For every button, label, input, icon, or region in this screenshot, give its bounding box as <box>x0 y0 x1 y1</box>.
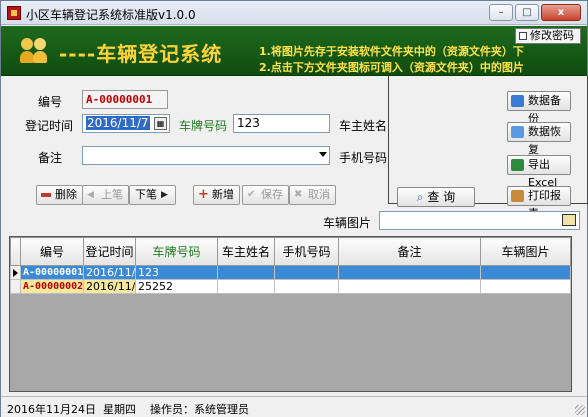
current-row-icon <box>13 269 18 277</box>
delete-label: 删除 <box>55 188 77 201</box>
excel-icon <box>511 159 524 171</box>
window-title: 小区车辆登记系统标准版v1.0.0 <box>26 8 196 22</box>
query-button[interactable]: ⌕ 查 询 <box>397 187 475 207</box>
app-icon <box>7 6 21 20</box>
picture-field[interactable] <box>379 211 580 230</box>
add-label: 新增 <box>212 188 234 201</box>
prev-button[interactable]: ◀ 上笔 <box>82 185 129 205</box>
cell-owner[interactable] <box>217 279 275 294</box>
cell-date[interactable]: 2016/11/7 <box>83 265 136 280</box>
header-tip-2: 2.点击下方文件夹图标可调入（资源文件夹）中的图片 <box>259 61 524 74</box>
search-icon: ⌕ <box>416 190 424 204</box>
next-label: 下笔 <box>135 188 157 201</box>
restore-icon <box>511 126 524 138</box>
column-header-owner[interactable]: 车主姓名 <box>217 237 275 266</box>
backup-label: 数据备份 <box>528 94 561 125</box>
cell-date[interactable]: 2016/11/24 <box>83 279 136 294</box>
restore-button[interactable]: 数据恢复 <box>507 122 571 156</box>
cell-id[interactable]: A-00000002 <box>20 279 84 294</box>
status-operator: 操作员：系统管理员 <box>150 403 249 416</box>
plus-icon: + <box>198 187 209 202</box>
cell-picture[interactable] <box>480 279 571 294</box>
next-button[interactable]: 下笔 ▶ <box>129 185 176 205</box>
picture-label: 车辆图片 <box>323 216 372 230</box>
records-grid: 编号 登记时间 车牌号码 车主姓名 手机号码 备注 车辆图片 A-0000000… <box>9 236 572 392</box>
status-weekday: 星期四 <box>103 403 136 416</box>
owner-label: 车主姓名 <box>339 119 388 133</box>
column-header-phone[interactable]: 手机号码 <box>274 237 339 266</box>
print-report-button[interactable]: 打印报表 <box>507 186 571 220</box>
export-label: 导出Excel <box>528 158 558 189</box>
save-button[interactable]: ✔ 保存 <box>242 185 289 205</box>
grid-header-row: 编号 登记时间 车牌号码 车主姓名 手机号码 备注 车辆图片 <box>10 237 571 266</box>
table-row[interactable]: A-00000001 2016/11/7 123 <box>10 265 571 280</box>
cell-plate[interactable]: 123 <box>135 265 218 280</box>
minimize-button[interactable]: – <box>489 4 513 21</box>
calendar-icon[interactable]: ▦ <box>154 117 167 130</box>
date-field[interactable]: 2016/11/7 ▦ <box>82 114 170 133</box>
people-icon <box>19 36 49 64</box>
minus-icon <box>41 193 51 197</box>
cell-picture[interactable] <box>480 265 571 280</box>
delete-button[interactable]: 删除 <box>36 185 83 205</box>
edit-password-label: 修改密码 <box>530 29 574 42</box>
date-label: 登记时间 <box>25 119 74 133</box>
cell-phone[interactable] <box>274 279 339 294</box>
cell-note[interactable] <box>338 265 481 280</box>
column-header-plate[interactable]: 车牌号码 <box>135 237 218 266</box>
folder-icon[interactable] <box>562 214 576 226</box>
plate-field[interactable]: 123 <box>233 114 330 133</box>
header-tip-1: 1.将图片先存于安装软件文件夹中的（资源文件夹）下 <box>259 45 524 58</box>
header-title: ----车辆登记系统 <box>59 42 223 66</box>
note-field[interactable] <box>82 146 330 165</box>
plate-label: 车牌号码 <box>179 119 228 133</box>
note-label: 备注 <box>38 151 63 165</box>
column-header-note[interactable]: 备注 <box>338 237 481 266</box>
app-header: ----车辆登记系统 1.将图片先存于安装软件文件夹中的（资源文件夹）下 2.点… <box>1 26 587 76</box>
edit-icon <box>519 32 527 40</box>
row-selector[interactable] <box>10 265 21 280</box>
resize-grip[interactable] <box>575 405 585 415</box>
cancel-label: 取消 <box>308 188 330 201</box>
add-button[interactable]: + 新增 <box>193 185 240 205</box>
export-excel-button[interactable]: 导出Excel <box>507 155 571 189</box>
check-icon: ✔ <box>247 189 256 200</box>
row-selector[interactable] <box>10 279 21 294</box>
prev-icon: ◀ <box>87 190 94 200</box>
restore-label: 数据恢复 <box>528 125 561 156</box>
edit-password-button[interactable]: 修改密码 <box>515 28 581 44</box>
close-icon: ✖ <box>294 189 303 200</box>
column-header-id[interactable]: 编号 <box>20 237 84 266</box>
table-row[interactable]: A-00000002 2016/11/24 25252 <box>10 279 571 294</box>
save-label: 保存 <box>261 188 283 201</box>
window-controls: – □ x <box>489 4 581 21</box>
database-icon <box>511 95 524 107</box>
backup-button[interactable]: 数据备份 <box>507 91 571 125</box>
right-panel: 数据备份 数据恢复 导出Excel 打印报表 ⌕ 查 询 <box>388 76 588 220</box>
cancel-button[interactable]: ✖ 取消 <box>289 185 336 205</box>
column-header-picture[interactable]: 车辆图片 <box>480 237 571 266</box>
chevron-down-icon[interactable] <box>319 152 327 157</box>
cell-id[interactable]: A-00000001 <box>20 265 84 280</box>
cell-phone[interactable] <box>274 265 339 280</box>
app-window: 小区车辆登记系统标准版v1.0.0 – □ x ----车辆登记系统 1.将图片… <box>0 0 588 417</box>
cell-plate[interactable]: 25252 <box>135 279 218 294</box>
query-label: 查 询 <box>427 190 456 204</box>
column-header-date[interactable]: 登记时间 <box>83 237 136 266</box>
maximize-button[interactable]: □ <box>515 4 539 21</box>
phone-label: 手机号码 <box>339 151 388 165</box>
cell-note[interactable] <box>338 279 481 294</box>
title-bar: 小区车辆登记系统标准版v1.0.0 – □ x <box>1 1 587 25</box>
date-value: 2016/11/7 <box>86 116 150 130</box>
cell-owner[interactable] <box>217 265 275 280</box>
status-bar: 2016年11月24日 星期四 操作员：系统管理员 <box>1 396 587 417</box>
id-label: 编号 <box>38 95 63 109</box>
printer-icon <box>511 190 524 202</box>
next-icon: ▶ <box>161 190 168 200</box>
id-field[interactable]: A-00000001 <box>82 90 168 109</box>
prev-label: 上笔 <box>101 188 123 201</box>
grid-corner <box>10 237 21 266</box>
close-button[interactable]: x <box>541 4 581 21</box>
status-date: 2016年11月24日 <box>7 403 96 416</box>
